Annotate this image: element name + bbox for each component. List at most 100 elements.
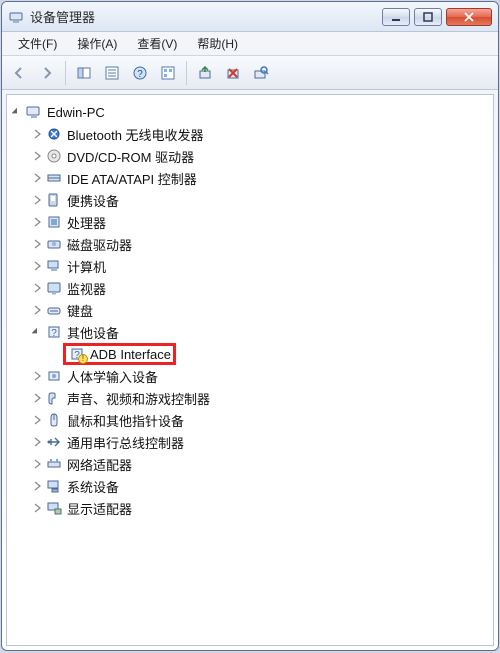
expand-icon[interactable] xyxy=(31,128,43,140)
svg-text:?: ? xyxy=(137,69,143,80)
category-icon xyxy=(45,478,63,494)
tree-item-label: 处理器 xyxy=(67,213,106,232)
category-icon xyxy=(45,500,63,516)
tree-item-label: 磁盘驱动器 xyxy=(67,235,132,254)
maximize-button[interactable] xyxy=(414,8,442,26)
expand-icon[interactable] xyxy=(31,260,43,272)
properties-button[interactable] xyxy=(99,60,125,86)
nav-back-button[interactable] xyxy=(6,60,32,86)
computer-icon xyxy=(25,104,43,120)
category-icon xyxy=(45,390,63,406)
options-button[interactable] xyxy=(155,60,181,86)
category-icon xyxy=(45,456,63,472)
tree-item-label: DVD/CD-ROM 驱动器 xyxy=(67,147,194,166)
category-icon xyxy=(45,368,63,384)
expand-icon[interactable] xyxy=(31,458,43,470)
tree-category[interactable]: 磁盘驱动器 xyxy=(31,233,489,255)
expand-icon[interactable] xyxy=(31,480,43,492)
tree-item-label: 人体学输入设备 xyxy=(67,367,158,386)
menubar: 文件(F) 操作(A) 查看(V) 帮助(H) xyxy=(2,32,498,56)
svg-text:?: ? xyxy=(51,328,57,339)
category-icon xyxy=(45,258,63,274)
expand-icon[interactable] xyxy=(31,194,43,206)
tree-item-label: 网络适配器 xyxy=(67,455,132,474)
highlight-box: ?! ADB Interface xyxy=(63,343,176,365)
category-icon xyxy=(45,170,63,186)
category-icon xyxy=(45,302,63,318)
expand-icon[interactable] xyxy=(31,370,43,382)
expand-icon[interactable] xyxy=(31,238,43,250)
tree-category[interactable]: 网络适配器 xyxy=(31,453,489,475)
window-title: 设备管理器 xyxy=(30,7,378,26)
tree-item-label: 通用串行总线控制器 xyxy=(67,433,184,452)
tree-item-label: 便携设备 xyxy=(67,191,119,210)
tree-category[interactable]: 通用串行总线控制器 xyxy=(31,431,489,453)
titlebar[interactable]: 设备管理器 xyxy=(2,2,498,32)
tree-item-label: Bluetooth 无线电收发器 xyxy=(67,125,204,144)
tree-item-label: 显示适配器 xyxy=(67,499,132,518)
tree-category[interactable]: 声音、视频和游戏控制器 xyxy=(31,387,489,409)
category-icon xyxy=(45,434,63,450)
tree-category[interactable]: Bluetooth 无线电收发器 xyxy=(31,123,489,145)
device-warning-icon: ?! xyxy=(68,346,86,362)
tree-item-label: IDE ATA/ATAPI 控制器 xyxy=(67,169,197,188)
toolbar: ? xyxy=(2,56,498,90)
close-button[interactable] xyxy=(446,8,492,26)
tree-category[interactable]: 键盘 xyxy=(31,299,489,321)
tree-item-label: 声音、视频和游戏控制器 xyxy=(67,389,210,408)
menu-help[interactable]: 帮助(H) xyxy=(187,32,248,55)
device-manager-window: 设备管理器 文件(F) 操作(A) 查看(V) 帮助(H) xyxy=(1,1,499,651)
show-hide-console-button[interactable] xyxy=(71,60,97,86)
tree-category[interactable]: ? 其他设备 xyxy=(31,321,489,343)
menu-action[interactable]: 操作(A) xyxy=(67,32,127,55)
expand-icon[interactable] xyxy=(31,150,43,162)
nav-forward-button[interactable] xyxy=(34,60,60,86)
tree-category[interactable]: 鼠标和其他指针设备 xyxy=(31,409,489,431)
expand-icon[interactable] xyxy=(31,282,43,294)
collapse-icon[interactable] xyxy=(31,326,43,338)
tree-item-label: 鼠标和其他指针设备 xyxy=(67,411,184,430)
tree-category[interactable]: DVD/CD-ROM 驱动器 xyxy=(31,145,489,167)
expand-icon[interactable] xyxy=(31,502,43,514)
tree-item-label: 其他设备 xyxy=(67,323,119,342)
tree-root[interactable]: Edwin-PC xyxy=(11,101,489,123)
tree-item-adb-interface[interactable]: ?! ADB Interface xyxy=(51,343,489,365)
expand-icon[interactable] xyxy=(31,436,43,448)
minimize-button[interactable] xyxy=(382,8,410,26)
tree-category[interactable]: 系统设备 xyxy=(31,475,489,497)
tree-category[interactable]: 处理器 xyxy=(31,211,489,233)
tree-category[interactable]: 计算机 xyxy=(31,255,489,277)
tree-category[interactable]: 显示适配器 xyxy=(31,497,489,519)
expand-icon[interactable] xyxy=(31,304,43,316)
expand-icon[interactable] xyxy=(31,414,43,426)
tree-category[interactable]: 人体学输入设备 xyxy=(31,365,489,387)
tree-category[interactable]: IDE ATA/ATAPI 控制器 xyxy=(31,167,489,189)
category-icon: ? xyxy=(45,324,63,340)
tree-category[interactable]: 监视器 xyxy=(31,277,489,299)
collapse-icon[interactable] xyxy=(11,106,23,118)
uninstall-button[interactable] xyxy=(220,60,246,86)
expand-icon[interactable] xyxy=(31,216,43,228)
tree-root-label: Edwin-PC xyxy=(47,105,105,120)
category-icon xyxy=(45,280,63,296)
category-icon xyxy=(45,214,63,230)
device-tree-pane[interactable]: Edwin-PC Bluetooth 无线电收发器 DVD/CD-ROM 驱动器… xyxy=(6,94,494,646)
category-icon xyxy=(45,412,63,428)
expand-icon[interactable] xyxy=(31,392,43,404)
tree-category[interactable]: 便携设备 xyxy=(31,189,489,211)
menu-view[interactable]: 查看(V) xyxy=(127,32,187,55)
tree-item-label: ADB Interface xyxy=(90,347,171,362)
scan-hardware-button[interactable] xyxy=(248,60,274,86)
update-driver-button[interactable] xyxy=(192,60,218,86)
tree-item-label: 系统设备 xyxy=(67,477,119,496)
category-icon xyxy=(45,126,63,142)
tree-item-label: 键盘 xyxy=(67,301,93,320)
expand-icon[interactable] xyxy=(31,172,43,184)
category-icon xyxy=(45,236,63,252)
help-button[interactable]: ? xyxy=(127,60,153,86)
window-controls xyxy=(378,8,492,26)
tree-item-label: 监视器 xyxy=(67,279,106,298)
toolbar-separator xyxy=(65,61,66,85)
menu-file[interactable]: 文件(F) xyxy=(8,32,67,55)
app-icon xyxy=(8,9,24,25)
